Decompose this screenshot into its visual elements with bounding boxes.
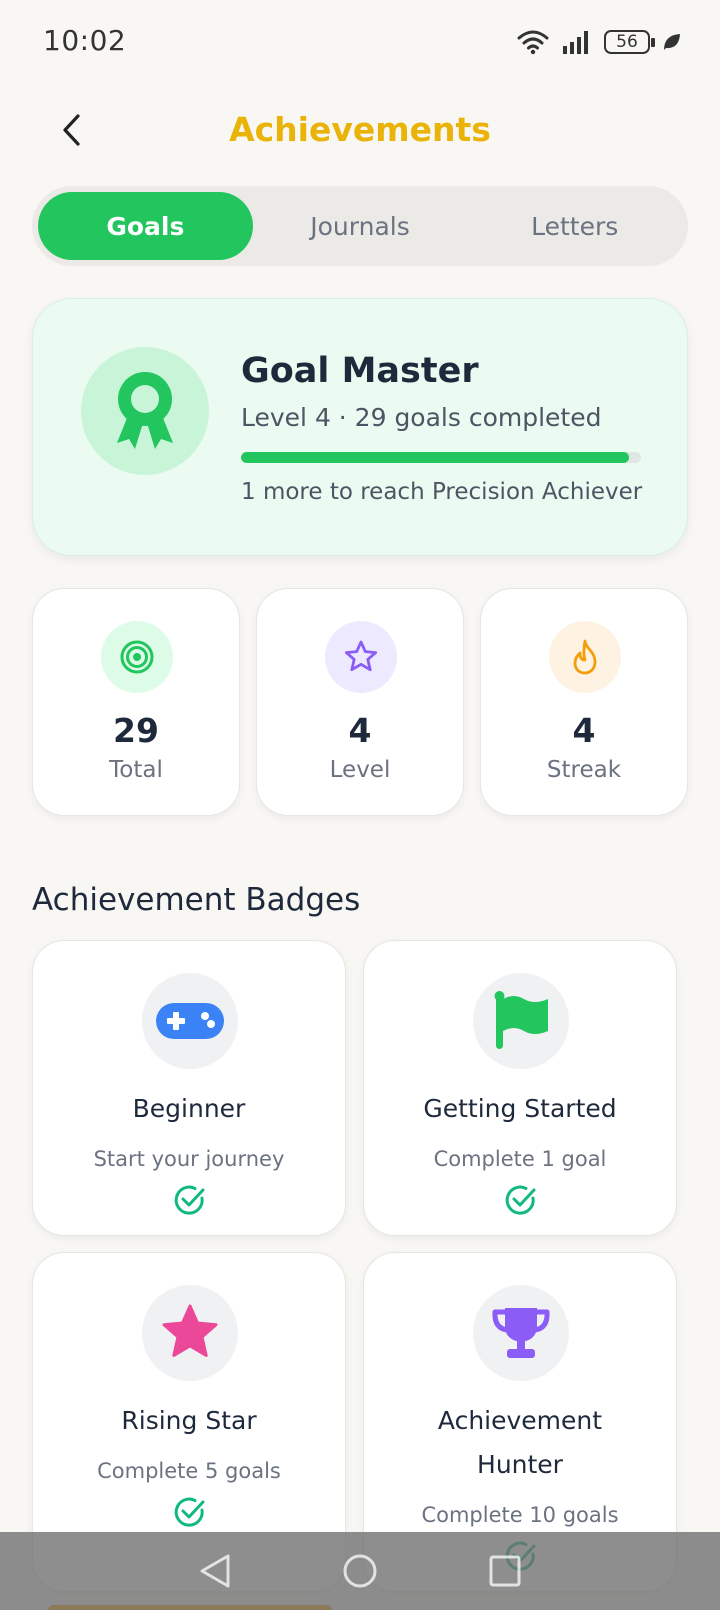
badge-card-beginner[interactable]: Beginner Start your journey bbox=[32, 940, 346, 1236]
level-title: Goal Master bbox=[241, 351, 479, 391]
star-icon bbox=[142, 1285, 238, 1381]
badge-title: Rising Star bbox=[121, 1406, 257, 1435]
battery-icon: 56 bbox=[604, 30, 655, 54]
gamepad-icon bbox=[142, 973, 238, 1069]
stat-value: 29 bbox=[113, 711, 159, 750]
home-circle-icon[interactable] bbox=[342, 1553, 378, 1589]
stat-label: Level bbox=[329, 757, 391, 783]
badge-card-getting-started[interactable]: Getting Started Complete 1 goal bbox=[363, 940, 677, 1236]
target-icon bbox=[101, 621, 173, 693]
badge-title: Achievement Hunter bbox=[364, 1399, 676, 1487]
stat-card-level: 4 Level bbox=[256, 588, 464, 816]
recents-square-icon[interactable] bbox=[488, 1554, 522, 1588]
section-title: Achievement Badges bbox=[32, 882, 361, 918]
next-level-text: 1 more to reach Precision Achiever bbox=[241, 479, 643, 505]
badge-description: Complete 10 goals bbox=[421, 1503, 619, 1527]
stat-label: Streak bbox=[546, 757, 622, 783]
tab-goals[interactable]: Goals bbox=[38, 192, 253, 260]
star-outline-icon bbox=[325, 621, 397, 693]
header: Achievements bbox=[0, 96, 720, 166]
status-icons: 56 bbox=[516, 26, 682, 58]
level-progress-fill bbox=[241, 452, 629, 463]
stat-value: 4 bbox=[572, 711, 596, 750]
badge-title-line1: Achievement bbox=[437, 1406, 603, 1435]
badge-description: Complete 5 goals bbox=[97, 1459, 281, 1483]
stat-card-streak: 4 Streak bbox=[480, 588, 688, 816]
check-circle-icon bbox=[174, 1185, 205, 1215]
status-bar: 10:02 56 bbox=[0, 0, 720, 84]
wifi-icon bbox=[517, 30, 549, 55]
trophy-icon bbox=[473, 1285, 569, 1381]
level-card: Goal Master Level 4 · 29 goals completed… bbox=[32, 298, 688, 556]
flame-icon bbox=[549, 621, 621, 693]
check-circle-icon bbox=[174, 1497, 205, 1527]
badge-title: Getting Started bbox=[423, 1094, 617, 1123]
status-time: 10:02 bbox=[43, 24, 127, 57]
badge-title-line2: Hunter bbox=[477, 1450, 563, 1479]
badge-description: Complete 1 goal bbox=[433, 1147, 607, 1171]
tab-journals[interactable]: Journals bbox=[253, 192, 468, 260]
flag-icon bbox=[473, 973, 569, 1069]
badge-description: Start your journey bbox=[93, 1147, 285, 1171]
stat-card-total: 29 Total bbox=[32, 588, 240, 816]
battery-level: 56 bbox=[616, 32, 638, 52]
level-subtitle: Level 4 · 29 goals completed bbox=[241, 403, 602, 432]
award-ribbon-icon bbox=[81, 347, 209, 475]
signal-icon bbox=[563, 31, 588, 54]
page-title: Achievements bbox=[229, 110, 491, 149]
badge-title: Beginner bbox=[132, 1094, 246, 1123]
level-progress-bar bbox=[241, 452, 641, 463]
stat-label: Total bbox=[109, 757, 163, 783]
tab-bar: Goals Journals Letters bbox=[32, 186, 688, 266]
tab-letters[interactable]: Letters bbox=[467, 192, 682, 260]
back-triangle-icon[interactable] bbox=[198, 1553, 232, 1589]
stat-value: 4 bbox=[348, 711, 372, 750]
leaf-icon bbox=[664, 34, 680, 50]
check-circle-icon bbox=[505, 1185, 536, 1215]
system-nav-bar bbox=[0, 1532, 720, 1610]
